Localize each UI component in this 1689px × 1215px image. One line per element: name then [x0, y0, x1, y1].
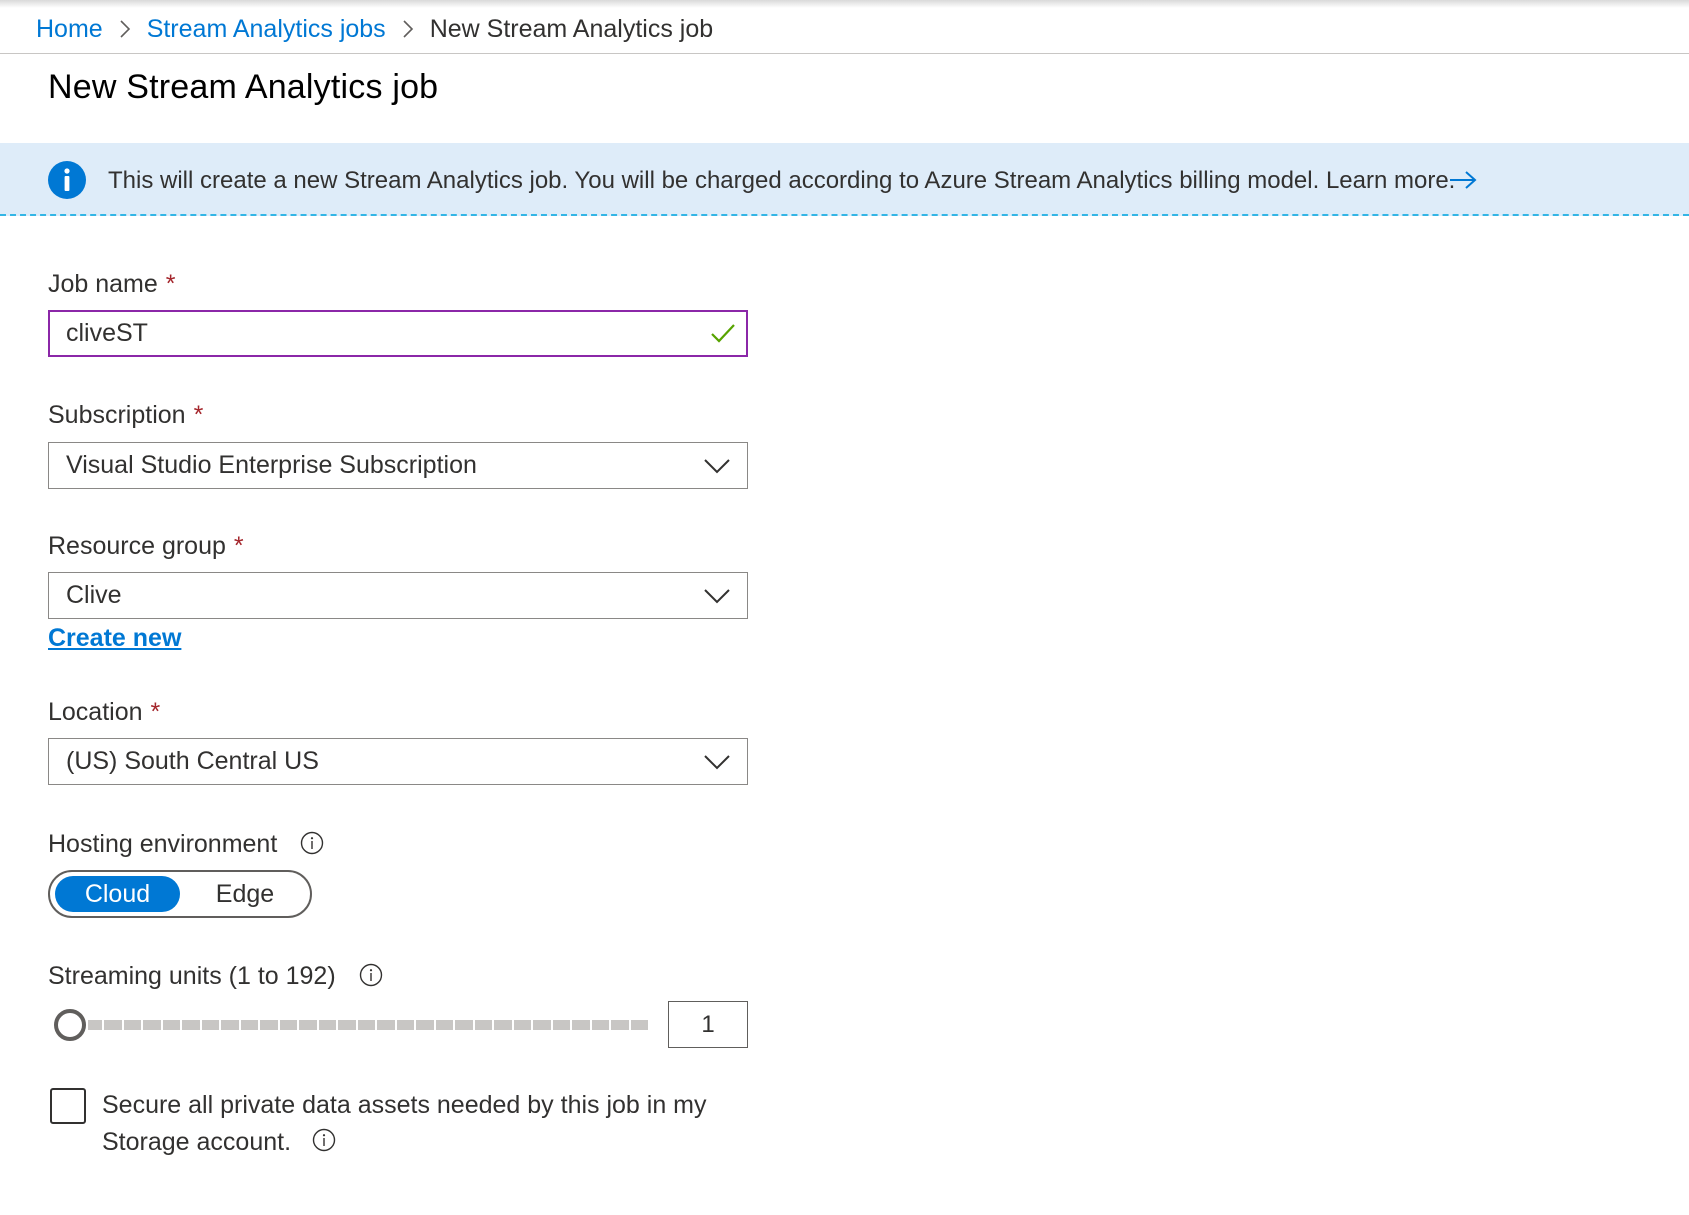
slider-tick [531, 1020, 533, 1030]
required-mark: * [193, 401, 204, 429]
subscription-value: Visual Studio Enterprise Subscription [66, 451, 477, 479]
resource-group-value: Clive [66, 581, 122, 609]
slider-tick [336, 1020, 338, 1030]
slider-tick [180, 1020, 182, 1030]
slider-tick [297, 1020, 299, 1030]
secure-assets-label-text: Secure all private data assets needed by… [102, 1091, 707, 1156]
resource-group-label: Resource group * [48, 532, 244, 561]
chevron-right-icon [400, 19, 416, 39]
secure-assets-checkbox[interactable] [50, 1088, 86, 1124]
slider-tick [219, 1020, 221, 1030]
streaming-units-slider-track[interactable] [88, 1020, 648, 1030]
slider-tick [433, 1020, 436, 1030]
streaming-units-input[interactable]: 1 [668, 1001, 748, 1048]
hosting-environment-toggle[interactable]: Cloud Edge [48, 870, 312, 918]
arrow-right-icon[interactable] [1448, 169, 1478, 191]
slider-tick [277, 1020, 280, 1030]
chevron-down-icon [704, 459, 730, 474]
job-name-input[interactable]: cliveST [48, 310, 748, 357]
slider-tick [121, 1020, 124, 1030]
slider-tick [453, 1020, 455, 1030]
slider-tick [355, 1020, 358, 1030]
slider-tick [199, 1020, 202, 1030]
streaming-units-slider-thumb[interactable] [54, 1009, 86, 1041]
slider-tick [550, 1020, 553, 1030]
secure-assets-label: Secure all private data assets needed by… [102, 1087, 742, 1161]
slider-tick [394, 1020, 397, 1030]
breadcrumb-current: New Stream Analytics job [429, 14, 714, 43]
info-icon[interactable] [312, 1128, 336, 1152]
header-divider [0, 53, 1689, 54]
slider-tick [570, 1020, 572, 1030]
hosting-environment-label-text: Hosting environment [48, 830, 278, 858]
info-icon[interactable] [359, 963, 383, 987]
slider-tick [238, 1020, 241, 1030]
location-dropdown[interactable]: (US) South Central US [48, 738, 748, 785]
info-icon [48, 161, 86, 199]
slider-tick [141, 1020, 143, 1030]
slider-tick [628, 1020, 631, 1030]
slider-tick [160, 1020, 163, 1030]
job-name-label: Job name * [48, 270, 176, 299]
breadcrumb-home[interactable]: Home [36, 15, 103, 44]
slider-tick [102, 1020, 104, 1030]
breadcrumb-stream-analytics-jobs[interactable]: Stream Analytics jobs [147, 15, 386, 44]
slider-tick [609, 1020, 611, 1030]
required-mark: * [165, 270, 176, 298]
slider-tick [472, 1020, 475, 1030]
location-label: Location * [48, 698, 160, 727]
subscription-label-text: Subscription [48, 401, 186, 429]
top-shadow [0, 0, 1689, 8]
page-title: New Stream Analytics job [48, 68, 439, 106]
slider-tick [589, 1020, 592, 1030]
chevron-right-icon [117, 19, 133, 39]
subscription-dropdown[interactable]: Visual Studio Enterprise Subscription [48, 442, 748, 489]
required-mark: * [233, 532, 244, 560]
chevron-down-icon [704, 589, 730, 604]
location-label-text: Location [48, 698, 143, 726]
create-new-link[interactable]: Create new [48, 624, 181, 653]
hosting-option-edge[interactable]: Edge [190, 876, 300, 912]
subscription-label: Subscription * [48, 401, 203, 430]
chevron-down-icon [704, 755, 730, 770]
slider-tick [414, 1020, 416, 1030]
banner-message[interactable]: This will create a new Stream Analytics … [108, 167, 1455, 195]
breadcrumb: Home Stream Analytics jobs New Stream An… [36, 12, 713, 46]
slider-tick [375, 1020, 377, 1030]
checkmark-icon [711, 324, 735, 343]
resource-group-dropdown[interactable]: Clive [48, 572, 748, 619]
hosting-option-cloud[interactable]: Cloud [55, 876, 180, 912]
streaming-units-label-text: Streaming units (1 to 192) [48, 962, 336, 990]
hosting-environment-label: Hosting environment [48, 830, 324, 859]
required-mark: * [150, 698, 161, 726]
streaming-units-label: Streaming units (1 to 192) [48, 962, 383, 991]
slider-tick [316, 1020, 319, 1030]
slider-tick [511, 1020, 514, 1030]
job-name-label-text: Job name [48, 270, 158, 298]
job-name-value: cliveST [66, 319, 148, 347]
info-banner: This will create a new Stream Analytics … [0, 143, 1689, 216]
info-icon[interactable] [300, 831, 324, 855]
location-value: (US) South Central US [66, 747, 319, 775]
resource-group-label-text: Resource group [48, 532, 226, 560]
slider-tick [258, 1020, 260, 1030]
slider-tick [492, 1020, 494, 1030]
